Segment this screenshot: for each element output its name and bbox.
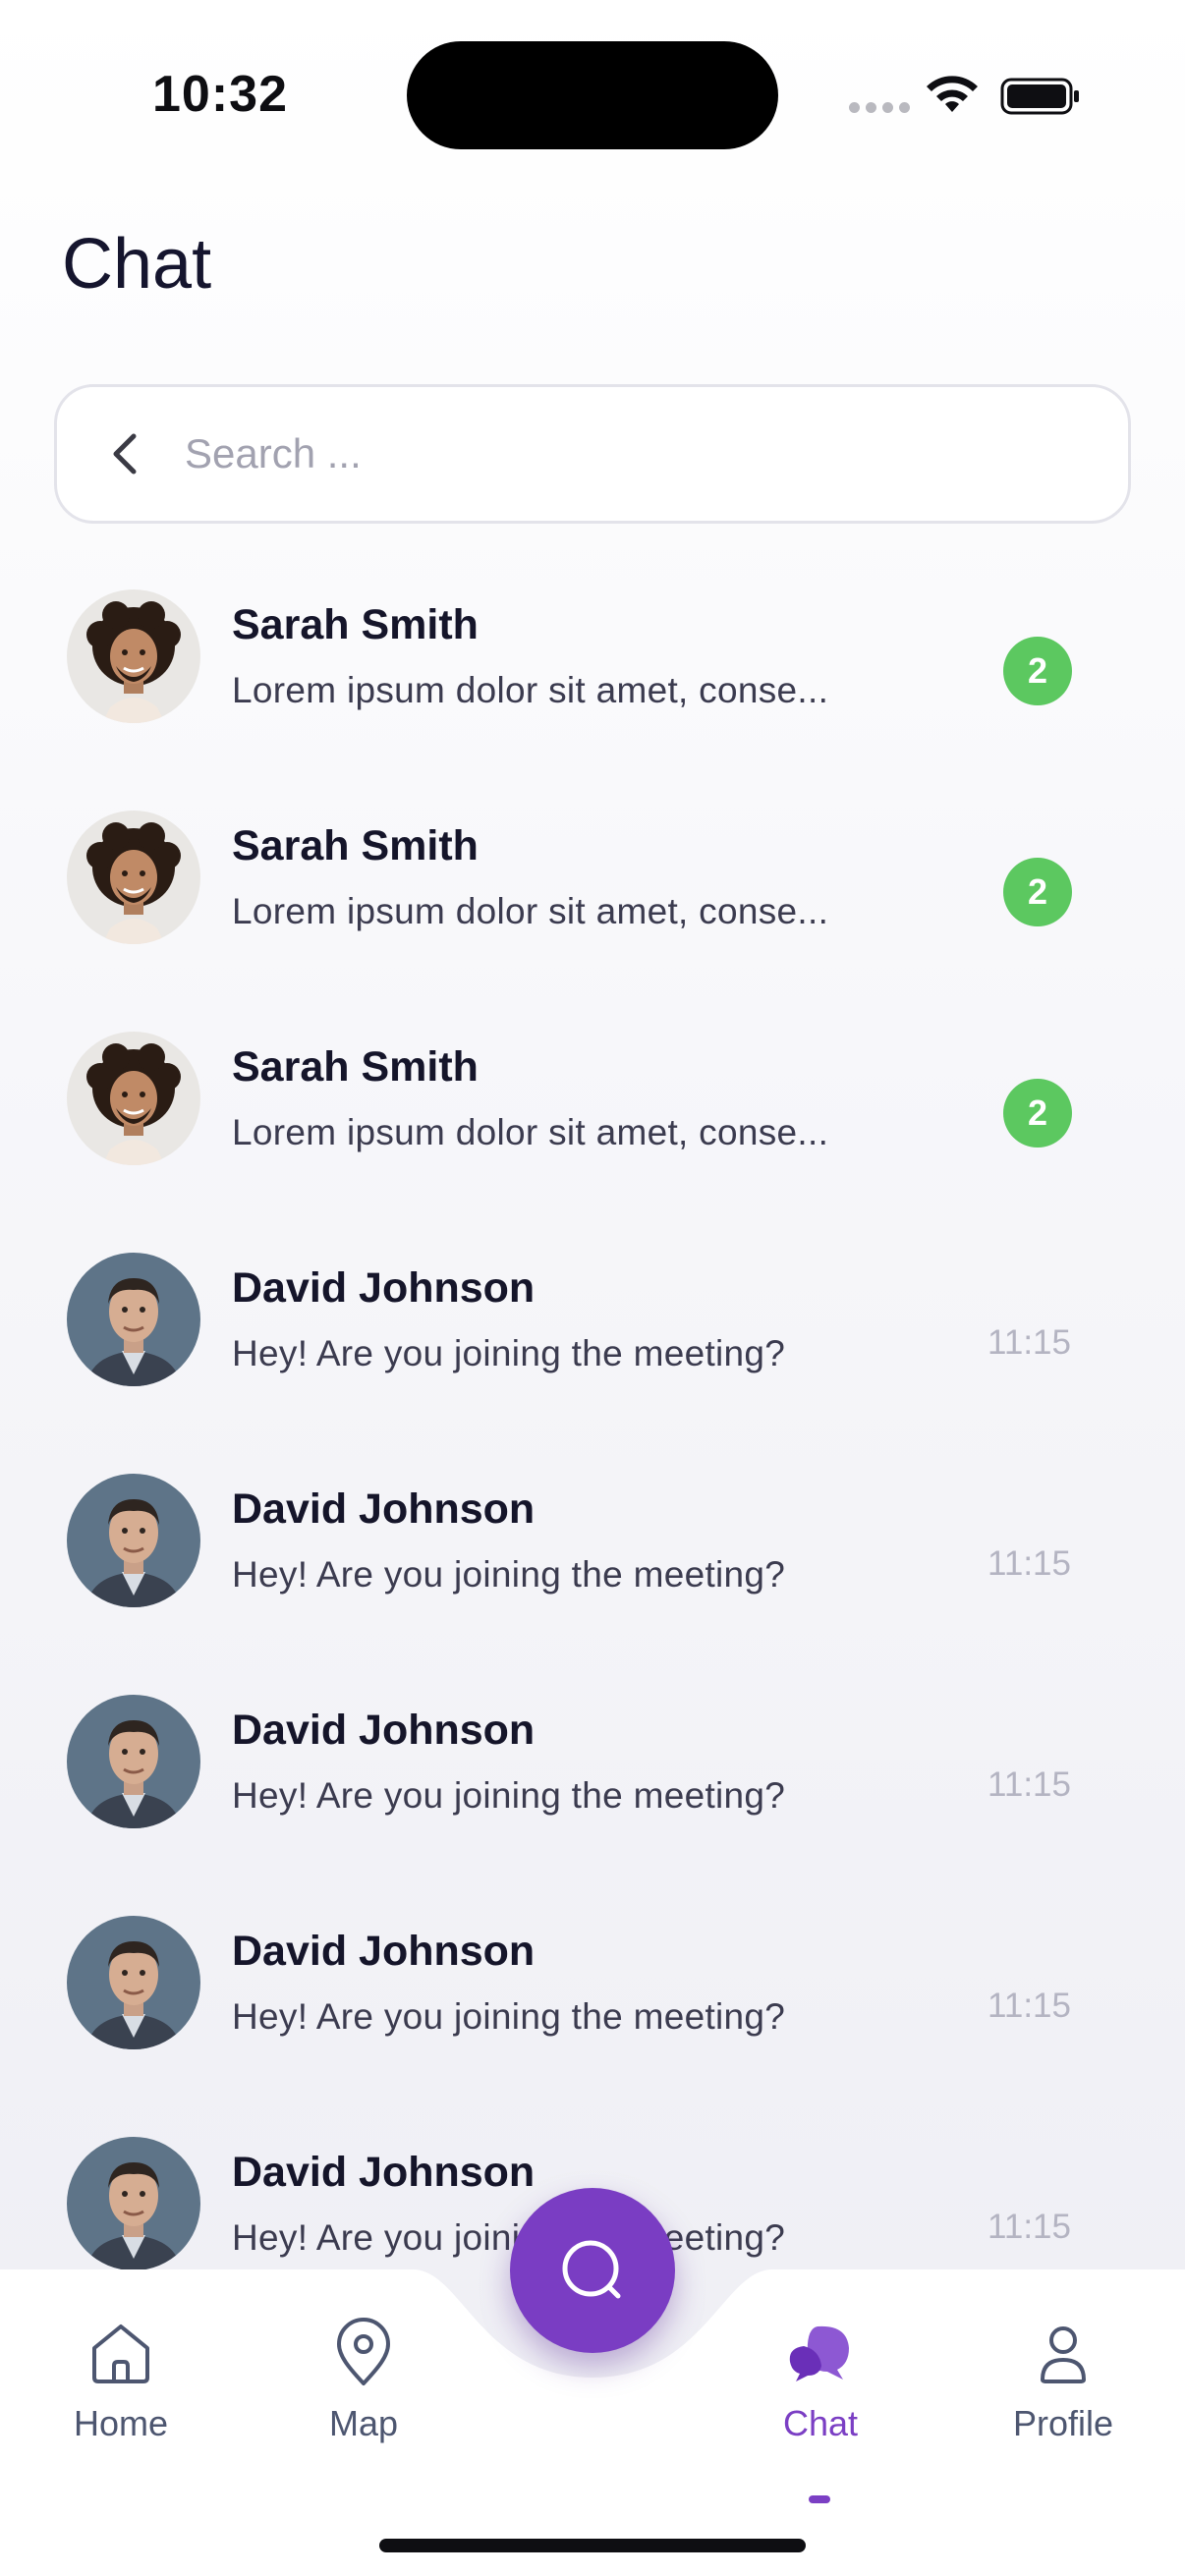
chat-time: 11:15	[988, 1765, 1071, 1804]
nav-map[interactable]: Map	[275, 2317, 452, 2474]
unread-badge: 2	[1003, 858, 1072, 926]
cellular-signal-icon	[849, 102, 910, 113]
chat-preview: Lorem ipsum dolor sit amet, conse...	[232, 670, 829, 710]
chat-list-item[interactable]: Sarah Smith Lorem ipsum dolor sit amet, …	[0, 580, 1185, 776]
wifi-icon	[927, 76, 978, 112]
battery-icon	[1000, 78, 1079, 115]
chat-preview: Hey! Are you joining the meeting?	[232, 1775, 786, 1816]
search-fab-button[interactable]	[510, 2188, 675, 2353]
search-bar[interactable]	[54, 384, 1131, 524]
chat-bubbles-icon	[789, 2325, 849, 2381]
chat-time: 11:15	[988, 2208, 1071, 2246]
chat-name: David Johnson	[232, 1264, 536, 1312]
nav-home[interactable]: Home	[32, 2317, 209, 2474]
avatar	[67, 2137, 200, 2270]
chat-list-item[interactable]: David Johnson Hey! Are you joining the m…	[0, 1906, 1185, 2102]
search-input[interactable]	[185, 415, 1069, 493]
chat-list-item[interactable]: David Johnson Hey! Are you joining the m…	[0, 1243, 1185, 1439]
chat-name: Sarah Smith	[232, 601, 479, 648]
dynamic-island	[407, 41, 778, 149]
chat-name: Sarah Smith	[232, 1043, 479, 1091]
chat-name: David Johnson	[232, 1707, 536, 1754]
home-indicator	[379, 2539, 806, 2552]
avatar	[67, 1695, 200, 1828]
chat-time: 11:15	[988, 1987, 1071, 2025]
chat-preview: Hey! Are you joining the meeting?	[232, 2217, 786, 2258]
chat-name: Sarah Smith	[232, 822, 479, 869]
unread-badge: 2	[1003, 637, 1072, 705]
chat-list-item[interactable]: Sarah Smith Lorem ipsum dolor sit amet, …	[0, 1022, 1185, 1218]
page-title: Chat	[62, 225, 212, 304]
avatar	[67, 1253, 200, 1386]
chat-preview: Hey! Are you joining the meeting?	[232, 1554, 786, 1595]
chevron-left-icon[interactable]	[96, 424, 155, 483]
nav-chat-label: Chat	[782, 2403, 859, 2443]
home-icon	[92, 2324, 149, 2383]
status-time: 10:32	[152, 66, 288, 123]
avatar	[67, 1916, 200, 2049]
chat-list-item[interactable]: David Johnson Hey! Are you joining the m…	[0, 1464, 1185, 1660]
nav-home-label: Home	[73, 2403, 169, 2443]
user-icon	[1040, 2326, 1087, 2383]
chat-name: David Johnson	[232, 1928, 536, 1975]
nav-chat[interactable]: Chat	[732, 2317, 909, 2503]
chat-preview: Lorem ipsum dolor sit amet, conse...	[232, 891, 829, 931]
search-icon	[562, 2240, 621, 2299]
chat-name: David Johnson	[232, 1485, 536, 1533]
chat-preview: Hey! Are you joining the meeting?	[232, 1333, 786, 1373]
chat-list-item[interactable]: Sarah Smith Lorem ipsum dolor sit amet, …	[0, 801, 1185, 997]
nav-profile-label: Profile	[1012, 2403, 1114, 2443]
avatar	[67, 1032, 200, 1165]
chat-list-item[interactable]: David Johnson Hey! Are you joining the m…	[0, 1685, 1185, 1881]
chat-name: David Johnson	[232, 2149, 536, 2196]
chat-preview: Lorem ipsum dolor sit amet, conse...	[232, 1112, 829, 1152]
avatar	[67, 589, 200, 723]
nav-map-label: Map	[328, 2403, 399, 2443]
nav-profile[interactable]: Profile	[975, 2317, 1152, 2474]
avatar	[67, 811, 200, 944]
chat-preview: Hey! Are you joining the meeting?	[232, 1996, 786, 2037]
unread-badge: 2	[1003, 1079, 1072, 1148]
map-pin-icon	[337, 2318, 390, 2385]
chat-time: 11:15	[988, 1544, 1071, 1583]
active-tab-indicator	[809, 2495, 830, 2503]
chat-time: 11:15	[988, 1323, 1071, 1362]
avatar	[67, 1474, 200, 1607]
status-bar: 10:32	[0, 0, 1185, 187]
